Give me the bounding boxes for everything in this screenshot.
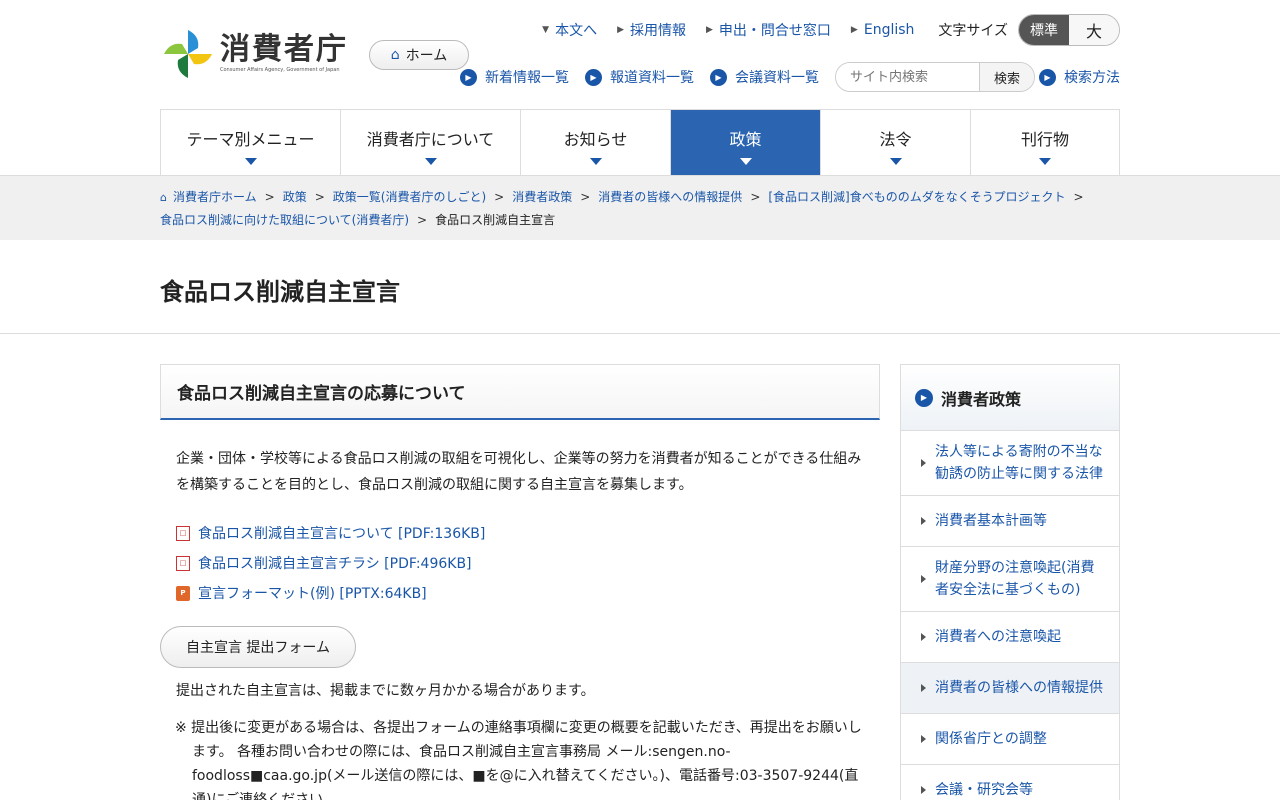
nav-policy[interactable]: 政策 xyxy=(671,110,821,175)
arrow-circle-icon: ▶ xyxy=(1039,68,1056,86)
file-item: P 宣言フォーマット(例) [PPTX:64KB] xyxy=(176,578,864,608)
logo-subtext: Consumer Affairs Agency, Government of J… xyxy=(220,67,340,73)
arrow-circle-icon: ▶ xyxy=(460,68,477,86)
main-content: 食品ロス削減自主宣言の応募について 企業・団体・学校等による食品ロス削減の取組を… xyxy=(160,364,880,800)
triangle-right-icon xyxy=(921,786,926,794)
sidebar-item-property-warnings[interactable]: 財産分野の注意喚起(消費者安全法に基づくもの) xyxy=(901,547,1119,612)
font-size-toggle: 標準 大 xyxy=(1018,14,1120,46)
page-title: 食品ロス削減自主宣言 xyxy=(160,278,400,306)
nav-news[interactable]: お知らせ xyxy=(521,110,671,175)
chevron-down-icon xyxy=(589,158,602,165)
news-list-link[interactable]: ▶ 新着情報一覧 xyxy=(460,67,569,87)
pdf-icon: □ xyxy=(176,555,190,571)
sidebar-item-meetings[interactable]: 会議・研究会等 xyxy=(901,765,1119,800)
chevron-down-icon xyxy=(424,158,437,165)
page-title-area: 食品ロス削減自主宣言 xyxy=(0,240,1280,334)
breadcrumb-current: 食品ロス削減自主宣言 xyxy=(435,213,556,227)
breadcrumb-item[interactable]: 消費者の皆様への情報提供 xyxy=(598,190,742,204)
site-logo[interactable]: 消費者庁 Consumer Affairs Agency, Government… xyxy=(160,28,350,80)
contact-note: ※ 提出後に変更がある場合は、各提出フォームの連絡事項欄に変更の概要を記載いただ… xyxy=(175,720,862,800)
home-label: ホーム xyxy=(405,48,448,64)
sidebar-heading: ▶ 消費者政策 xyxy=(901,365,1119,431)
search-howto-link[interactable]: ▶ 検索方法 xyxy=(1039,67,1120,87)
triangle-right-icon xyxy=(921,633,926,641)
recruit-link[interactable]: ▶ 採用情報 xyxy=(617,20,686,40)
section-heading: 食品ロス削減自主宣言の応募について xyxy=(160,364,880,420)
home-icon: ⌂ xyxy=(390,47,400,63)
english-link[interactable]: ▶ English xyxy=(851,22,914,38)
pinwheel-logo-icon xyxy=(164,30,212,78)
main-area: 食品ロス削減自主宣言の応募について 企業・団体・学校等による食品ロス削減の取組を… xyxy=(160,364,1120,800)
site-search: 検索 xyxy=(835,62,1035,92)
triangle-right-icon xyxy=(921,735,926,743)
press-list-link[interactable]: ▶ 報道資料一覧 xyxy=(585,67,694,87)
breadcrumb: ⌂ 消費者庁ホーム > 政策 > 政策一覧(消費者庁のしごと) > 消費者政策 > 消費者の皆様へ… xyxy=(0,176,1280,240)
chevron-down-icon xyxy=(739,158,752,165)
sidebar-item-consumer-info[interactable]: 消費者の皆様への情報提供 xyxy=(901,663,1119,714)
meeting-list-link[interactable]: ▶ 会議資料一覧 xyxy=(710,67,819,87)
triangle-right-icon xyxy=(921,684,926,692)
font-size-standard-button[interactable]: 標準 xyxy=(1019,15,1069,45)
breadcrumb-item[interactable]: 消費者庁ホーム xyxy=(173,190,257,204)
breadcrumb-item[interactable]: 消費者政策 xyxy=(512,190,572,204)
triangle-right-icon xyxy=(921,517,926,525)
home-icon: ⌂ xyxy=(160,191,167,204)
font-size-label: 文字サイズ xyxy=(938,23,1008,39)
chevron-down-icon xyxy=(244,158,257,165)
quick-links-row: ▶新着情報一覧 ▶報道資料一覧 ▶会議資料一覧 検索 ▶検索方法 xyxy=(460,62,1120,92)
file-item: □ 食品ロス削減自主宣言チラシ [PDF:496KB] xyxy=(176,548,864,578)
breadcrumb-item[interactable]: 食品ロス削減に向けた取組について(消費者庁) xyxy=(160,213,409,227)
arrow-circle-icon: ▶ xyxy=(585,68,602,86)
sidebar-item-ministry-coordination[interactable]: 関係省庁との調整 xyxy=(901,714,1119,765)
sidebar-item-consumer-warnings[interactable]: 消費者への注意喚起 xyxy=(901,612,1119,663)
triangle-right-icon xyxy=(921,575,926,583)
nav-publications[interactable]: 刊行物 xyxy=(971,110,1120,175)
file-list: □ 食品ロス削減自主宣言について [PDF:136KB] □ 食品ロス削減自主宣言チ… xyxy=(160,518,880,608)
file-link-flyer-pdf[interactable]: 食品ロス削減自主宣言チラシ [PDF:496KB] xyxy=(198,553,472,573)
arrow-circle-icon: ▶ xyxy=(915,388,933,407)
arrow-circle-icon: ▶ xyxy=(710,68,727,86)
search-button[interactable]: 検索 xyxy=(979,63,1034,91)
triangle-right-icon: ▶ xyxy=(850,25,858,35)
triangle-right-icon: ▶ xyxy=(706,25,713,35)
utility-links: ▼ 本文へ ▶ 採用情報 ▶ 申出・問合せ窓口 ▶ English 文字サイズ 標準 大 xyxy=(522,14,1120,46)
triangle-right-icon xyxy=(921,459,926,467)
file-item: □ 食品ロス削減自主宣言について [PDF:136KB] xyxy=(176,518,864,548)
global-nav: テーマ別メニュー 消費者庁について お知らせ 政策 法令 刊行物 xyxy=(0,110,1280,176)
nav-laws[interactable]: 法令 xyxy=(821,110,971,175)
home-button[interactable]: ⌂ ホーム xyxy=(369,40,469,70)
breadcrumb-item[interactable]: 政策一覧(消費者庁のしごと) xyxy=(333,190,486,204)
chevron-down-icon xyxy=(1039,158,1051,165)
triangle-right-icon: ▶ xyxy=(617,25,624,35)
skip-to-content-link[interactable]: ▼ 本文へ xyxy=(542,20,597,40)
sidebar-item-donation-law[interactable]: 法人等による寄附の不当な勧誘の防止等に関する法律 xyxy=(901,431,1119,496)
site-header: 消費者庁 Consumer Affairs Agency, Government… xyxy=(160,0,1120,110)
nav-about[interactable]: 消費者庁について xyxy=(341,110,521,175)
file-link-format-pptx[interactable]: 宣言フォーマット(例) [PPTX:64KB] xyxy=(198,583,427,603)
pptx-icon: P xyxy=(176,585,190,601)
font-size-large-button[interactable]: 大 xyxy=(1069,15,1119,45)
breadcrumb-item[interactable]: 政策 xyxy=(283,190,307,204)
chevron-down-icon xyxy=(889,158,902,165)
sidebar-item-basic-plan[interactable]: 消費者基本計画等 xyxy=(901,496,1119,547)
logo-text: 消費者庁 xyxy=(220,32,348,67)
triangle-down-icon: ▼ xyxy=(542,25,550,35)
intro-text: 企業・団体・学校等による食品ロス削減の取組を可視化し、企業等の努力を消費者が知る… xyxy=(176,451,862,493)
sidebar: ▶ 消費者政策 法人等による寄附の不当な勧誘の防止等に関する法律 消費者基本計画… xyxy=(900,364,1120,800)
nav-theme-menu[interactable]: テーマ別メニュー xyxy=(161,110,341,175)
file-link-guide-pdf[interactable]: 食品ロス削減自主宣言について [PDF:136KB] xyxy=(198,523,485,543)
publication-note: 提出された自主宣言は、掲載までに数ヶ月かかる場合があります。 xyxy=(176,683,595,699)
search-input[interactable] xyxy=(836,63,979,91)
contact-link[interactable]: ▶ 申出・問合せ窓口 xyxy=(706,20,831,40)
pdf-icon: □ xyxy=(176,525,190,541)
submission-form-button[interactable]: 自主宣言 提出フォーム xyxy=(160,626,356,668)
breadcrumb-item[interactable]: [食品ロス削減]食べもののムダをなくそうプロジェクト xyxy=(768,190,1065,204)
